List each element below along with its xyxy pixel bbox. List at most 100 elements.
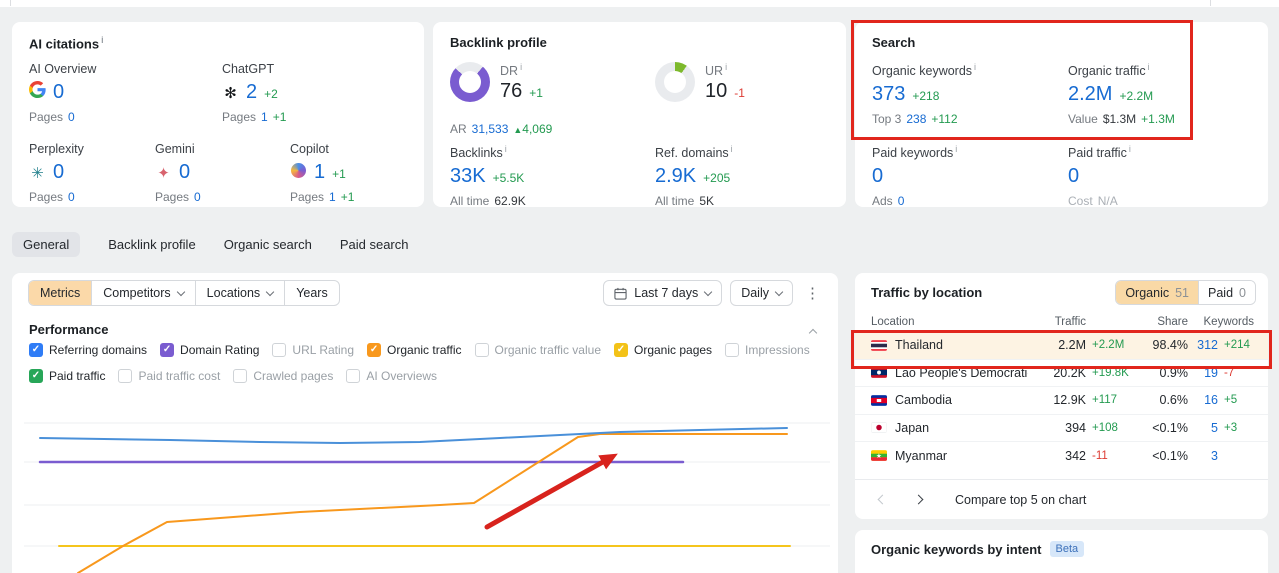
ai-citations-card: AI citations i AI Overview 0 Pages 0 ChatG…: [12, 22, 424, 207]
info-icon[interactable]: i: [731, 144, 733, 154]
checkbox-organic-traffic[interactable]: ✓ Organic traffic: [367, 343, 462, 357]
granularity-dropdown[interactable]: Daily: [730, 280, 793, 306]
copilot-metric: Copilot 1 +1 Pages 1 +1: [290, 142, 355, 204]
myanmar-flag: ★: [871, 450, 887, 462]
checkbox-checked-icon: ✓: [29, 343, 43, 357]
info-icon[interactable]: i: [520, 62, 522, 72]
ref-domains-value[interactable]: 2.9K: [655, 165, 696, 187]
date-range-dropdown[interactable]: Last 7 days: [603, 280, 723, 306]
checkbox-crawled-pages[interactable]: Crawled pages: [233, 369, 333, 383]
backlink-profile-card: Backlink profile DR i 76 +1 AR 31,533 ▲4,…: [433, 22, 846, 209]
svg-text:★: ★: [876, 452, 882, 460]
backlinks-metric: Backlinks i 33K +5.5K All time 62.9K: [450, 144, 526, 209]
copilot-icon: [290, 162, 307, 179]
japan-flag: [871, 422, 887, 434]
tab-paid-search[interactable]: Paid search: [340, 237, 409, 252]
keywords-by-intent-card: Organic keywords by intent Beta: [855, 530, 1268, 573]
paid-keywords-value[interactable]: 0: [872, 165, 883, 187]
checkbox-unchecked-icon: [346, 369, 361, 383]
metric-checkboxes: ✓ Referring domains ✓ Domain Rating URL Ra…: [29, 343, 835, 383]
gemini-value[interactable]: 0: [179, 161, 190, 183]
dr-value: 76: [500, 80, 523, 103]
next-page-button[interactable]: [907, 489, 929, 511]
traffic-by-location-title: Traffic by location: [871, 285, 983, 300]
report-tabs: General Backlink profile Organic search …: [12, 231, 409, 258]
ai-overview-value[interactable]: 0: [53, 81, 64, 103]
performance-chart-card: Metrics Competitors Locations Years Last…: [12, 273, 838, 573]
info-icon[interactable]: i: [725, 62, 727, 72]
checkbox-url-rating[interactable]: URL Rating: [272, 343, 354, 357]
ur-donut: [655, 62, 695, 102]
collapse-section-chevron[interactable]: [808, 328, 818, 338]
traffic-by-location-card: Traffic by location Organic 51 Paid 0 Loca…: [855, 273, 1268, 519]
beta-badge: Beta: [1049, 541, 1085, 557]
up-triangle-icon: ▲: [513, 125, 523, 135]
backlinks-value[interactable]: 33K: [450, 165, 486, 187]
thailand-row-highlight-box: [851, 330, 1272, 369]
info-icon[interactable]: i: [505, 144, 507, 154]
paid-traffic-metric: Paid traffic i 0 Cost N/A: [1068, 144, 1131, 209]
checkbox-checked-icon: ✓: [614, 343, 628, 357]
traffic-table-footer: Compare top 5 on chart: [855, 479, 1268, 519]
organic-toggle[interactable]: Organic 51: [1116, 281, 1199, 304]
tab-general[interactable]: General: [12, 232, 81, 257]
checkbox-unchecked-icon: [725, 343, 740, 357]
table-row-cambodia[interactable]: Cambodia 12.9K +117 0.6% 16 +5: [855, 387, 1268, 415]
years-button[interactable]: Years: [284, 281, 339, 305]
checkbox-domain-rating[interactable]: ✓ Domain Rating: [160, 343, 259, 357]
calendar-icon: [614, 287, 627, 300]
checkbox-unchecked-icon: [474, 343, 489, 357]
chatgpt-value[interactable]: 2: [246, 81, 257, 103]
backlink-profile-title: Backlink profile: [450, 35, 547, 50]
prev-page-button[interactable]: [871, 489, 893, 511]
ahrefs-rank: AR 31,533 ▲4,069: [450, 122, 553, 136]
table-row-myanmar[interactable]: ★ Myanmar 342 -11 <0.1% 3: [855, 442, 1268, 470]
info-icon[interactable]: i: [1129, 144, 1131, 154]
keywords-by-intent-title: Organic keywords by intent: [871, 541, 1042, 557]
perplexity-value[interactable]: 0: [53, 161, 64, 183]
ahrefs-dashboard: { "glyphs": { "check": "✓", "kebab": "⋮"…: [0, 0, 1279, 573]
chart-toolbar-right: Last 7 days Daily ⋮: [603, 280, 824, 306]
checkbox-paid-traffic-cost[interactable]: Paid traffic cost: [118, 369, 220, 383]
info-icon[interactable]: i: [955, 144, 957, 154]
paid-traffic-value[interactable]: 0: [1068, 165, 1079, 187]
checkbox-referring-domains[interactable]: ✓ Referring domains: [29, 343, 147, 357]
cambodia-flag: [871, 394, 887, 406]
organic-paid-toggle: Organic 51 Paid 0: [1115, 280, 1256, 305]
paid-toggle[interactable]: Paid 0: [1198, 281, 1255, 304]
compare-top5-link[interactable]: Compare top 5 on chart: [955, 493, 1086, 507]
tab-backlink-profile[interactable]: Backlink profile: [108, 237, 195, 252]
metrics-button[interactable]: Metrics: [29, 281, 92, 305]
chevron-down-icon: [265, 287, 275, 296]
locations-dropdown[interactable]: Locations: [194, 281, 285, 305]
checkbox-checked-icon: ✓: [29, 369, 43, 383]
paid-keywords-metric: Paid keywords i 0 Ads 0: [872, 144, 958, 209]
checkbox-ai-overviews[interactable]: AI Overviews: [346, 369, 437, 383]
ai-citations-title: AI citations i: [29, 35, 104, 52]
chevron-down-icon: [774, 287, 784, 296]
gemini-metric: Gemini ✦ 0 Pages 0: [155, 142, 201, 204]
google-icon: [29, 81, 46, 98]
checkbox-organic-traffic-value[interactable]: Organic traffic value: [474, 343, 601, 357]
info-icon[interactable]: i: [101, 35, 104, 45]
checkbox-checked-icon: ✓: [367, 343, 382, 357]
competitors-dropdown[interactable]: Competitors: [91, 281, 194, 305]
chart-toolbar-left: Metrics Competitors Locations Years: [28, 280, 340, 306]
chatgpt-metric: ChatGPT ✻ 2 +2 Pages 1 +1: [222, 62, 287, 124]
copilot-value[interactable]: 1: [314, 161, 325, 183]
checkbox-organic-pages[interactable]: ✓ Organic pages: [614, 343, 712, 357]
more-options-button[interactable]: ⋮: [801, 284, 824, 302]
tab-organic-search[interactable]: Organic search: [224, 237, 312, 252]
checkbox-unchecked-icon: [233, 369, 248, 383]
table-row-japan[interactable]: Japan 394 +108 <0.1% 5 +3: [855, 415, 1268, 442]
ur-value: 10: [705, 80, 728, 103]
checkbox-unchecked-icon: [118, 369, 133, 383]
perplexity-metric: Perplexity ✳ 0 Pages 0: [29, 142, 84, 204]
checkbox-paid-traffic[interactable]: ✓ Paid traffic: [29, 369, 105, 383]
perplexity-icon: ✳: [31, 165, 44, 182]
checkbox-impressions[interactable]: Impressions: [725, 343, 810, 357]
ref-domains-metric: Ref. domains i 2.9K +205 All time 5K: [655, 144, 733, 209]
chatgpt-icon: ✻: [224, 85, 237, 102]
performance-title: Performance: [29, 322, 109, 337]
checkbox-unchecked-icon: [272, 343, 287, 357]
